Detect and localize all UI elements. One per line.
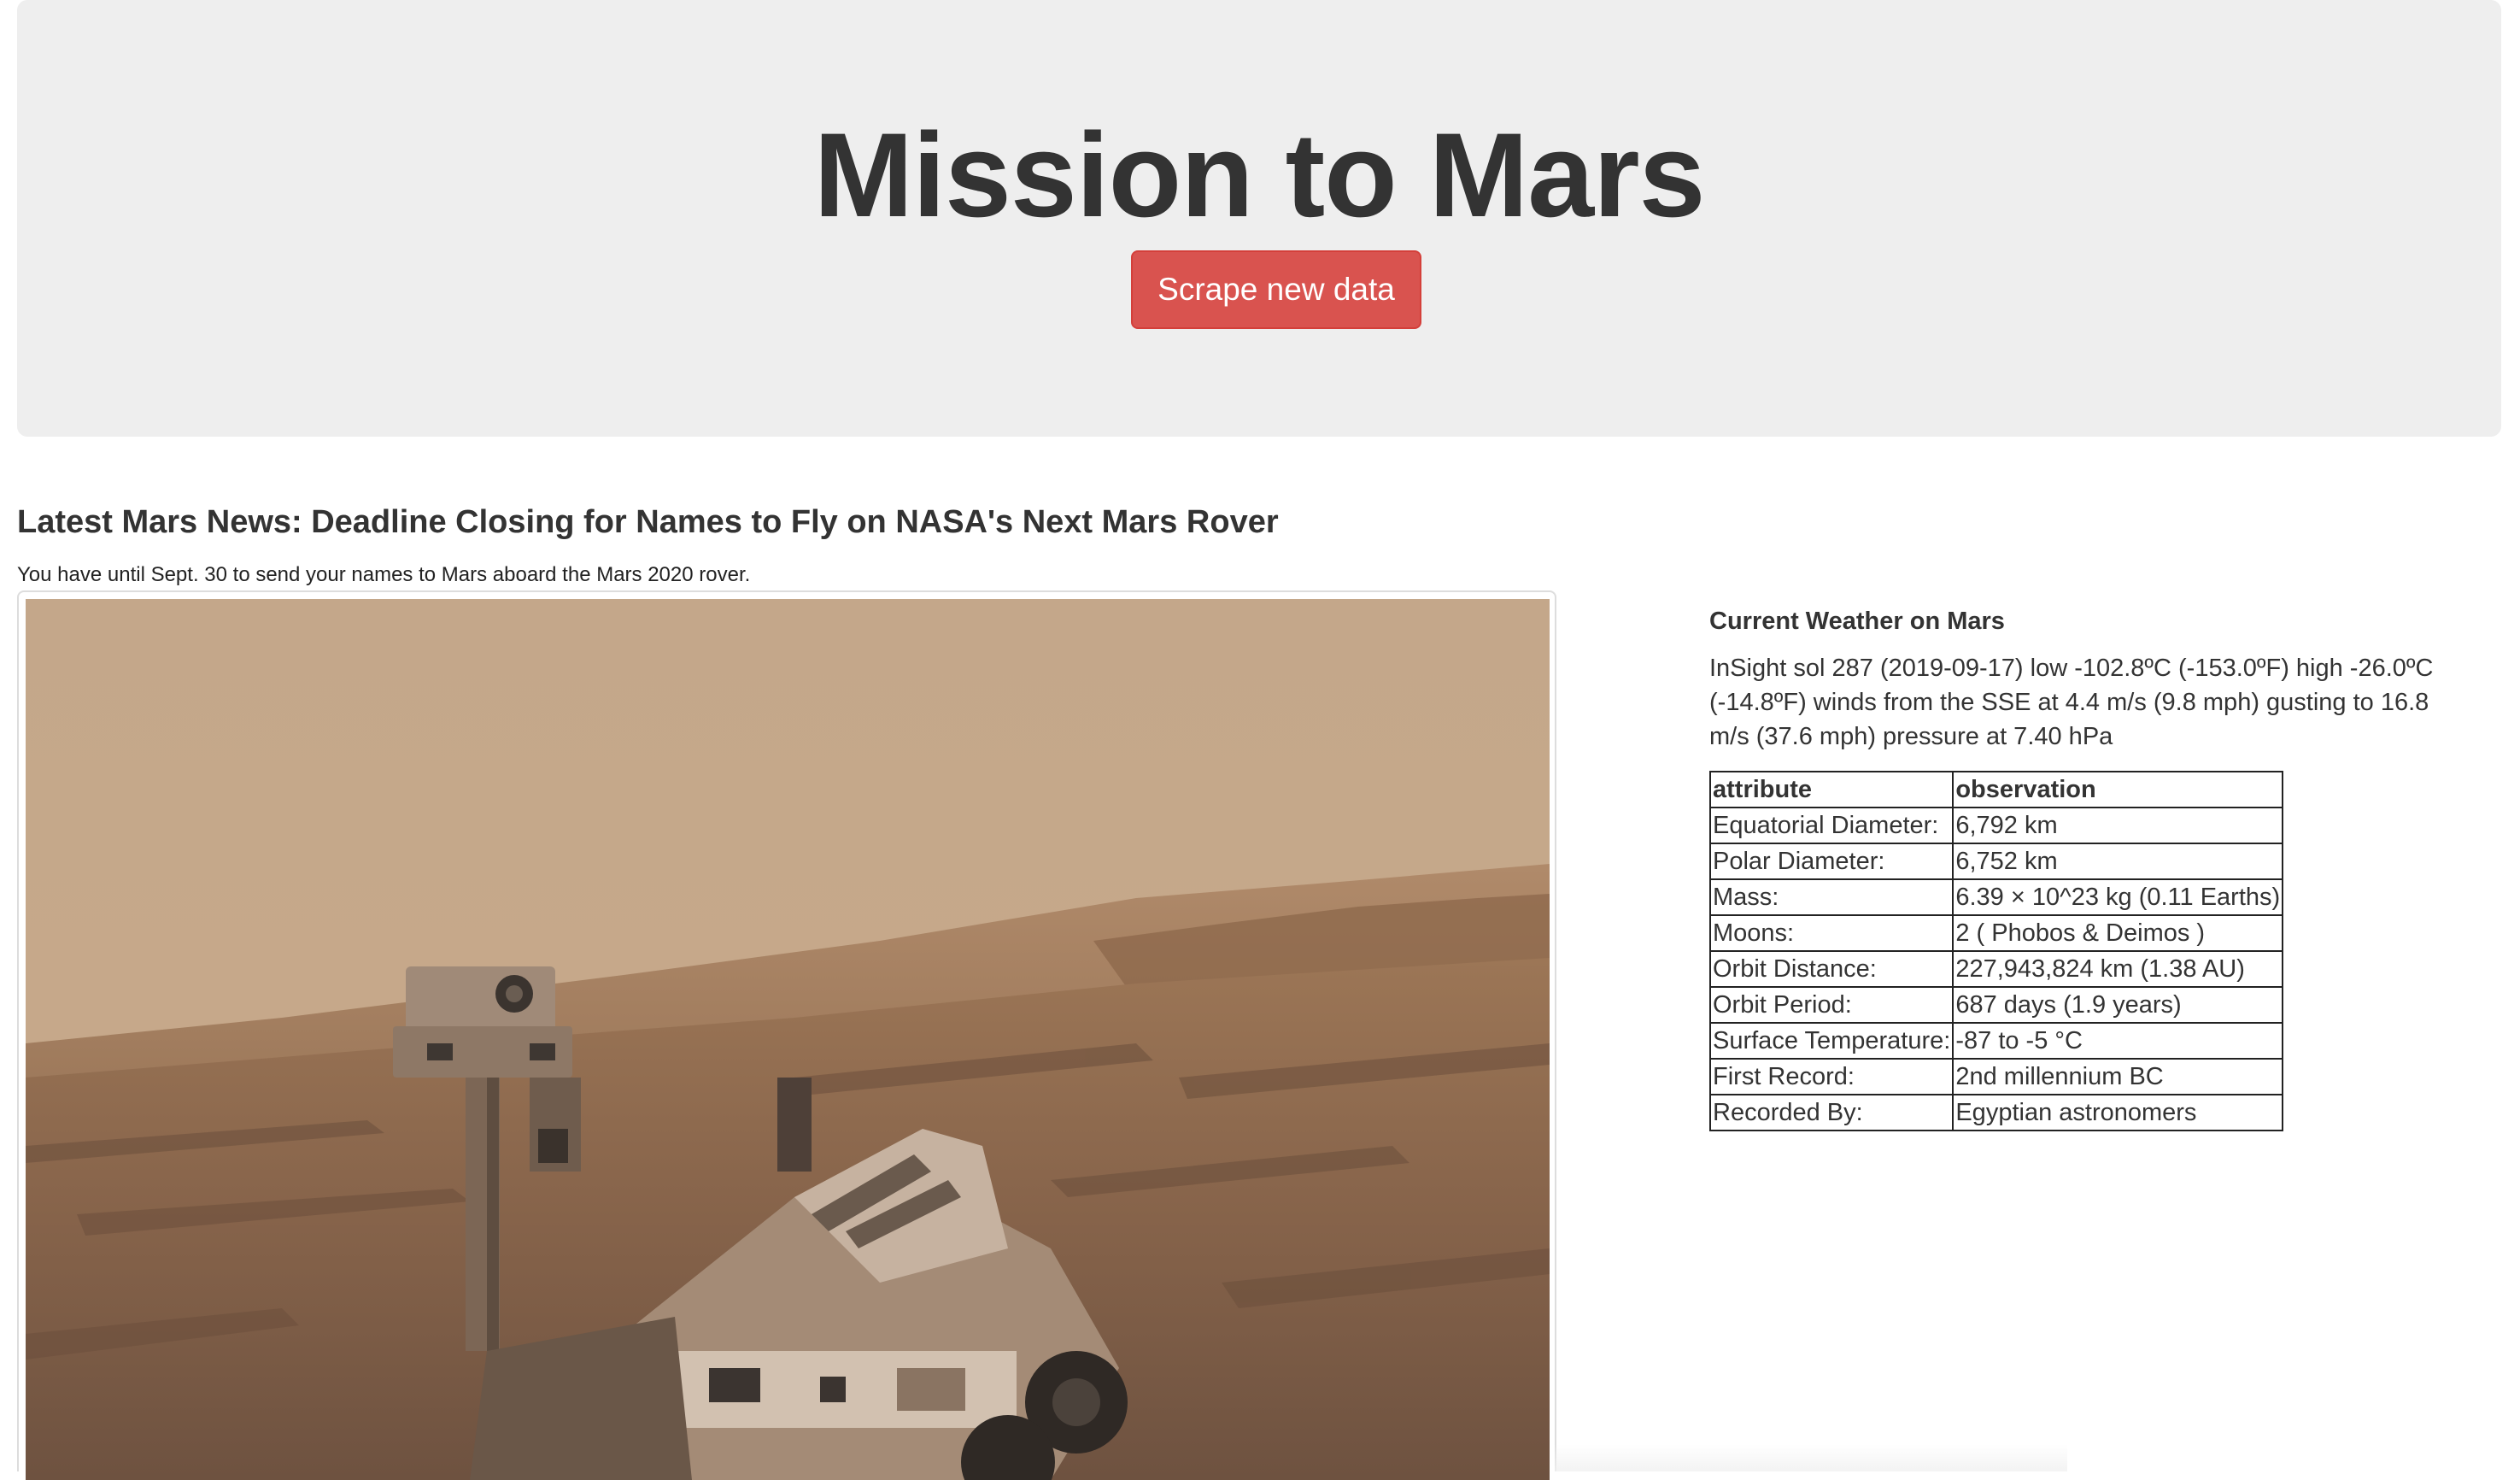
mars-facts-table: attribute observation Equatorial Diamete… (1708, 771, 2284, 1131)
weather-report: InSight sol 287 (2019-09-17) low -102.8º… (1709, 655, 2434, 750)
row-observation: 2nd millennium BC (1952, 1058, 2284, 1095)
row-observation: 6,752 km (1952, 843, 2284, 880)
row-observation: 6.39 × 10^23 kg (0.11 Earths) (1952, 878, 2284, 916)
row-attribute: Polar Diameter: (1708, 843, 1954, 880)
row-attribute: Orbit Distance: (1708, 950, 1954, 988)
row-observation: 687 days (1.9 years) (1952, 986, 2284, 1024)
row-attribute: Orbit Period: (1708, 986, 1954, 1024)
page-title: Mission to Mars (813, 108, 1706, 242)
table-row: Mass: 6.39 × 10^23 kg (0.11 Earths) (1708, 878, 2284, 916)
header-attribute: attribute (1708, 771, 1954, 808)
row-attribute: First Record: (1708, 1058, 1954, 1095)
row-attribute: Surface Temperature: (1708, 1022, 1954, 1060)
mars-rover-image (26, 599, 1550, 1480)
row-observation: 6,792 km (1952, 807, 2284, 844)
row-observation: -87 to -5 °C (1952, 1022, 2284, 1060)
scrape-new-data-button[interactable]: Scrape new data (1131, 250, 1421, 329)
row-observation: 227,943,824 km (1.38 AU) (1952, 950, 2284, 988)
row-attribute: Equatorial Diameter: (1708, 807, 1954, 844)
row-attribute: Mass: (1708, 878, 1954, 916)
table-row: Surface Temperature: -87 to -5 °C (1708, 1022, 2284, 1060)
table-row: Equatorial Diameter: 6,792 km (1708, 807, 2284, 844)
weather-heading: Current Weather on Mars (1709, 608, 2005, 635)
header-observation: observation (1952, 771, 2284, 808)
news-title: Latest Mars News: Deadline Closing for N… (17, 504, 1279, 540)
table-row: Recorded By: Egyptian astronomers (1708, 1094, 2284, 1131)
table-header-row: attribute observation (1708, 771, 2284, 808)
bottom-fade-shadow (1555, 1444, 2067, 1471)
table-row: Polar Diameter: 6,752 km (1708, 843, 2284, 880)
jumbotron-header: Mission to Mars Scrape new data (17, 0, 2501, 437)
table-row: Orbit Distance: 227,943,824 km (1.38 AU) (1708, 950, 2284, 988)
table-row: Orbit Period: 687 days (1.9 years) (1708, 986, 2284, 1024)
row-attribute: Moons: (1708, 914, 1954, 952)
table-row: First Record: 2nd millennium BC (1708, 1058, 2284, 1095)
table-row: Moons: 2 ( Phobos & Deimos ) (1708, 914, 2284, 952)
row-observation: 2 ( Phobos & Deimos ) (1952, 914, 2284, 952)
news-teaser: You have until Sept. 30 to send your nam… (17, 563, 751, 586)
row-observation: Egyptian astronomers (1952, 1094, 2284, 1131)
featured-image-thumbnail[interactable] (17, 590, 1556, 1480)
row-attribute: Recorded By: (1708, 1094, 1954, 1131)
